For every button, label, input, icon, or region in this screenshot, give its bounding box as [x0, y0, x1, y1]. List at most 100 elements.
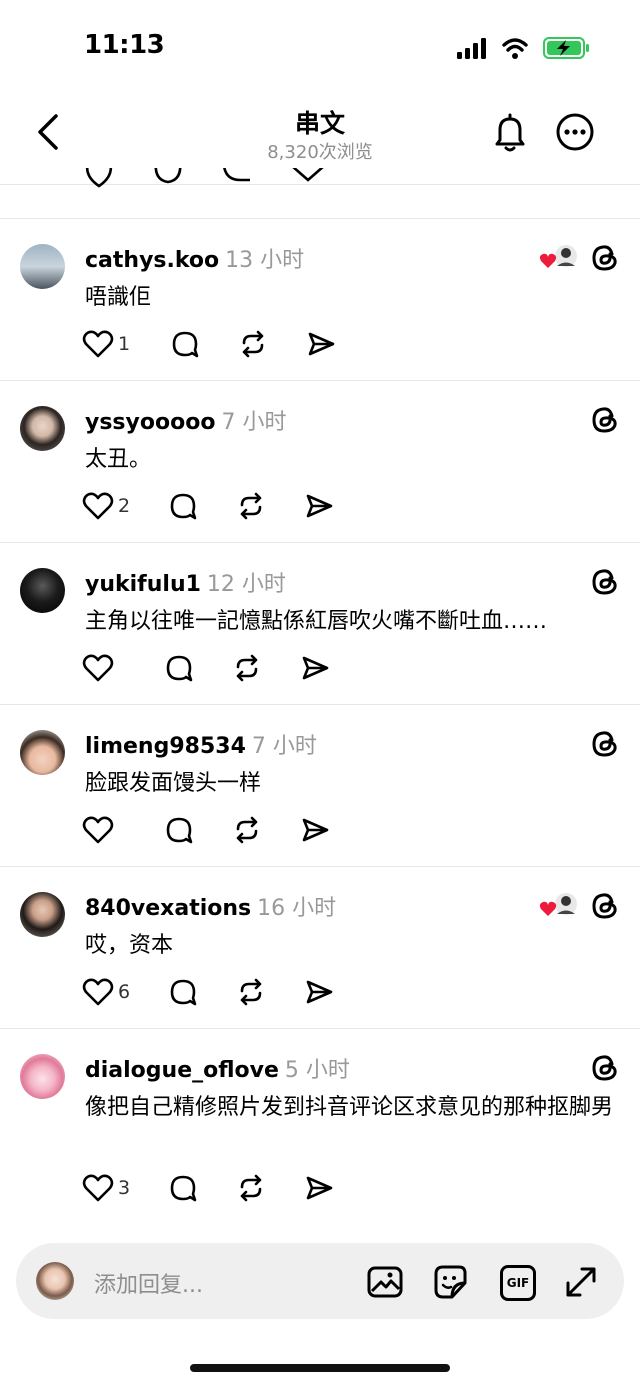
like-button[interactable] [82, 651, 128, 685]
repost-icon [236, 816, 258, 844]
avatar[interactable] [20, 244, 65, 289]
username[interactable]: yukifulu1 [85, 572, 201, 597]
page-title: 串文 [294, 109, 345, 138]
repost-button[interactable] [238, 327, 268, 361]
comment-icon [166, 817, 193, 844]
gif-button[interactable]: GIF [498, 1263, 536, 1301]
repost-icon [240, 978, 262, 1006]
image-icon[interactable] [366, 1263, 404, 1301]
threads-icon[interactable] [589, 242, 621, 274]
share-button[interactable] [304, 975, 334, 1009]
reply-button[interactable] [164, 651, 194, 685]
threads-icon[interactable] [589, 404, 621, 436]
username[interactable]: limeng98534 [85, 734, 246, 759]
repost-button[interactable] [236, 975, 266, 1009]
share-button[interactable] [300, 813, 330, 847]
comment-time: 7 小时 [251, 734, 317, 759]
send-icon [302, 818, 329, 842]
comment-text: 脸跟发面馒头一样 [85, 771, 262, 796]
liked-by-author-badge [539, 243, 579, 269]
repost-icon [236, 654, 258, 682]
comment-item: yssyooooo 7 小时 太丑。 2 [0, 382, 640, 542]
comment-time: 7 小时 [221, 410, 287, 435]
reply-input[interactable]: 添加回复... [94, 1267, 203, 1299]
repost-button[interactable] [236, 489, 266, 523]
like-button[interactable]: 2 [82, 489, 130, 523]
status-time: 11:13 [84, 30, 165, 60]
heart-icon [82, 816, 114, 844]
like-button[interactable] [82, 813, 128, 847]
wifi-icon [502, 38, 528, 59]
repost-button[interactable] [236, 1171, 266, 1205]
comment-time: 13 小时 [225, 248, 305, 273]
divider [0, 704, 640, 705]
reply-button[interactable] [168, 975, 198, 1009]
like-count: 2 [118, 495, 131, 517]
share-button[interactable] [300, 651, 330, 685]
username[interactable]: yssyooooo [85, 410, 215, 435]
username[interactable]: dialogue_oflove [85, 1058, 279, 1083]
expand-icon[interactable] [562, 1263, 600, 1301]
heart-icon [82, 978, 114, 1006]
threads-icon[interactable] [589, 728, 621, 760]
like-button[interactable]: 1 [82, 327, 130, 361]
username[interactable]: cathys.koo [85, 248, 219, 273]
reply-button[interactable] [170, 327, 200, 361]
comment-time: 16 小时 [257, 896, 337, 921]
send-icon [306, 494, 333, 518]
liked-by-author-badge [539, 891, 579, 917]
like-button[interactable]: 6 [82, 975, 130, 1009]
divider [0, 380, 640, 381]
home-indicator [190, 1364, 450, 1372]
comment-text: 像把自己精修照片发到抖音评论区求意见的那种抠脚男 [85, 1095, 614, 1120]
reply-button[interactable] [168, 489, 198, 523]
repost-button[interactable] [232, 813, 262, 847]
threads-icon[interactable] [589, 890, 621, 922]
more-options-button[interactable] [553, 110, 597, 154]
share-button[interactable] [304, 1171, 334, 1205]
like-button[interactable]: 3 [82, 1171, 130, 1205]
comment-item: dialogue_oflove 5 小时 像把自己精修照片发到抖音评论区求意见的那… [0, 1030, 640, 1220]
comment-time: 5 小时 [284, 1058, 350, 1083]
reply-bar[interactable]: 添加回复... GIF [16, 1243, 624, 1319]
share-button[interactable] [306, 327, 336, 361]
heart-icon [82, 1174, 114, 1202]
threads-icon[interactable] [589, 1052, 621, 1084]
status-icons [457, 37, 589, 59]
heart-icon [82, 654, 114, 682]
comment-text: 唔識佢 [85, 285, 152, 310]
avatar[interactable] [20, 730, 65, 775]
signal-icon [457, 38, 486, 59]
send-icon [302, 656, 329, 680]
comment-text: 哎，资本 [85, 933, 174, 958]
avatar[interactable] [20, 892, 65, 937]
heart-icon [82, 492, 114, 520]
send-icon [308, 332, 335, 356]
comment-icon [170, 1175, 197, 1202]
comment-text: 太丑。 [85, 447, 152, 472]
comment-time: 12 小时 [206, 572, 286, 597]
send-icon [306, 980, 333, 1004]
avatar[interactable] [20, 568, 65, 613]
divider [0, 218, 640, 219]
share-button[interactable] [304, 489, 334, 523]
avatar[interactable] [20, 1054, 65, 1099]
sticker-icon[interactable] [432, 1263, 470, 1301]
repost-icon [240, 1174, 262, 1202]
repost-icon [240, 492, 262, 520]
divider [0, 1028, 640, 1029]
like-count: 6 [118, 981, 131, 1003]
divider [0, 542, 640, 543]
repost-button[interactable] [232, 651, 262, 685]
reply-button[interactable] [168, 1171, 198, 1205]
comment-item: limeng98534 7 小时 脸跟发面馒头一样 [0, 706, 640, 866]
comment-item: cathys.koo 13 小时 唔識佢 1 [0, 220, 640, 380]
comment-icon [170, 979, 197, 1006]
threads-icon[interactable] [589, 566, 621, 598]
reply-button[interactable] [164, 813, 194, 847]
avatar[interactable] [20, 406, 65, 451]
username[interactable]: 840vexations [85, 896, 251, 921]
bell-icon[interactable] [488, 110, 532, 154]
comment-item: yukifulu1 12 小时 主角以往唯一記憶點係紅唇吹火嘴不斷吐血…… [0, 544, 640, 704]
battery-icon [543, 37, 589, 59]
